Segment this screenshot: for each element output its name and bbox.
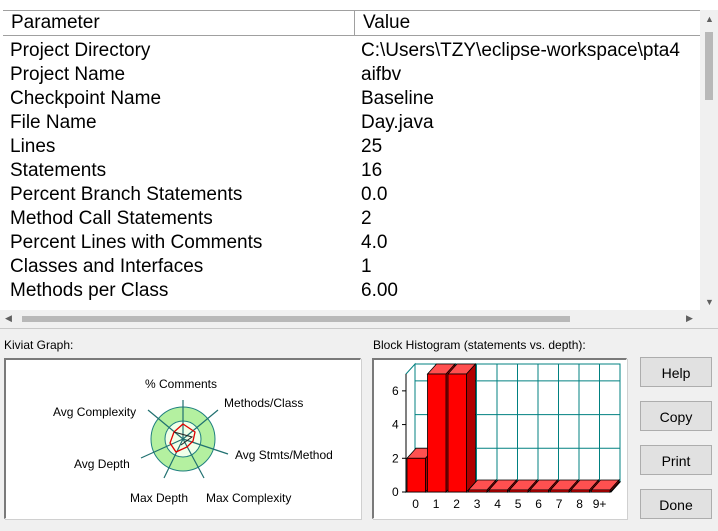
value-cell: 25 (361, 136, 383, 157)
print-button[interactable]: Print (640, 445, 712, 475)
histogram-bar (570, 489, 590, 493)
value-cell: 1 (361, 256, 372, 277)
scroll-up-icon[interactable]: ▲ (705, 14, 714, 24)
vertical-scrollbar[interactable]: ▲ ▼ (700, 10, 718, 310)
metrics-table: Parameter Value Project Directory C:\User… (0, 0, 718, 329)
table-row[interactable]: Checkpoint Name Baseline (0, 87, 700, 111)
value-cell: Baseline (361, 88, 434, 109)
histogram-x-tick-label: 0 (412, 497, 419, 511)
axis-label-max-depth: Max Depth (130, 491, 188, 505)
block-histogram: 02460 1 2 3 4 5 6 7 8 9+ (392, 362, 622, 511)
axis-label-max-complexity: Max Complexity (206, 491, 291, 505)
parameter-cell: Project Name (10, 64, 126, 85)
parameter-cell: Statements (10, 160, 107, 181)
histogram-x-tick-label: 3 (474, 497, 481, 511)
axis-label-avg-complexity: Avg Complexity (53, 405, 136, 419)
parameter-cell: Classes and Interfaces (10, 256, 204, 277)
histogram-bar (509, 489, 529, 493)
kiviat-graph: % Comments Methods/Class Avg Stmts/Metho… (53, 377, 333, 505)
parameter-column-header[interactable]: Parameter (3, 11, 355, 35)
copy-button[interactable]: Copy (640, 401, 712, 431)
axis-label-avg-stmts-method: Avg Stmts/Method (235, 448, 333, 462)
axis-label-methods-class: Methods/Class (224, 396, 303, 410)
histogram-label: Block Histogram (statements vs. depth): (373, 338, 586, 352)
histogram-bar (406, 457, 426, 493)
parameter-cell: Checkpoint Name (10, 88, 162, 109)
table-row[interactable]: Classes and Interfaces 1 (0, 255, 700, 279)
value-cell: 4.0 (361, 232, 388, 253)
histogram-x-tick-label: 1 (433, 497, 440, 511)
histogram-bar (427, 373, 447, 493)
table-row[interactable]: Percent Lines with Comments 4.0 (0, 231, 700, 255)
parameter-cell: Project Directory (10, 40, 151, 61)
parameter-cell: Percent Branch Statements (10, 184, 243, 205)
table-row[interactable]: File Name Day.java (0, 111, 700, 135)
histogram-bar (488, 489, 508, 493)
done-button[interactable]: Done (640, 489, 712, 519)
table-row[interactable]: Lines 25 (0, 135, 700, 159)
scroll-down-icon[interactable]: ▼ (705, 297, 714, 307)
value-cell: 2 (361, 208, 372, 229)
axis-label-comments: % Comments (145, 377, 217, 391)
histogram-y-tick-label: 4 (392, 418, 399, 432)
horizontal-scroll-thumb[interactable] (22, 316, 570, 322)
histogram-x-tick-label: 7 (556, 497, 563, 511)
table-row[interactable]: Method Call Statements 2 (0, 207, 700, 231)
horizontal-scrollbar[interactable]: ◀ ▶ (0, 310, 700, 328)
scroll-left-icon[interactable]: ◀ (5, 313, 12, 324)
histogram-bar (468, 489, 488, 493)
table-row[interactable]: Project Name aifbv (0, 63, 700, 87)
parameter-cell: Lines (10, 136, 56, 157)
histogram-x-tick-label: 4 (494, 497, 501, 511)
table-row[interactable]: Methods per Class 6.00 (0, 279, 700, 303)
table-row[interactable]: Percent Branch Statements 0.0 (0, 183, 700, 207)
histogram-bar (591, 489, 611, 493)
scroll-right-icon[interactable]: ▶ (686, 313, 693, 324)
histogram-bar-side (466, 362, 476, 494)
parameter-cell: Percent Lines with Comments (10, 232, 263, 253)
table-row[interactable]: Project Directory C:\Users\TZY\eclipse-wo… (0, 39, 700, 63)
kiviat-graph-panel: % Comments Methods/Class Avg Stmts/Metho… (4, 358, 361, 519)
value-cell: aifbv (361, 64, 402, 85)
histogram-x-tick-label: 6 (535, 497, 542, 511)
histogram-bar (447, 373, 467, 493)
parameter-cell: File Name (10, 112, 97, 133)
parameter-cell: Methods per Class (10, 280, 169, 301)
histogram-bar (529, 489, 549, 493)
value-cell: 0.0 (361, 184, 388, 205)
help-button[interactable]: Help (640, 357, 712, 387)
axis-label-avg-depth: Avg Depth (74, 457, 130, 471)
histogram-y-tick-label: 6 (392, 384, 399, 398)
histogram-x-tick-label: 2 (453, 497, 460, 511)
table-header: Parameter Value (3, 10, 700, 36)
histogram-x-tick-label: 5 (515, 497, 522, 511)
parameter-cell: Method Call Statements (10, 208, 213, 229)
histogram-y-tick-label: 2 (392, 451, 399, 465)
scrollbar-corner (700, 310, 718, 328)
histogram-x-tick-label: 9+ (593, 497, 607, 511)
value-cell: Day.java (361, 112, 434, 133)
value-column-header[interactable]: Value (355, 11, 700, 35)
table-row[interactable]: Statements 16 (0, 159, 700, 183)
histogram-x-tick-label: 8 (576, 497, 583, 511)
kiviat-label: Kiviat Graph: (4, 338, 74, 352)
value-cell: C:\Users\TZY\eclipse-workspace\pta4 (361, 40, 680, 61)
value-cell: 6.00 (361, 280, 398, 301)
value-cell: 16 (361, 160, 383, 181)
vertical-scroll-thumb[interactable] (705, 32, 713, 100)
histogram-bar (550, 489, 570, 493)
histogram-panel: 0 2 4 6 0 1 2 3 4 5 6 7 8 9+ (372, 358, 627, 519)
table-body: Project Directory C:\Users\TZY\eclipse-wo… (0, 39, 700, 309)
histogram-y-tick-label: 0 (392, 485, 399, 499)
